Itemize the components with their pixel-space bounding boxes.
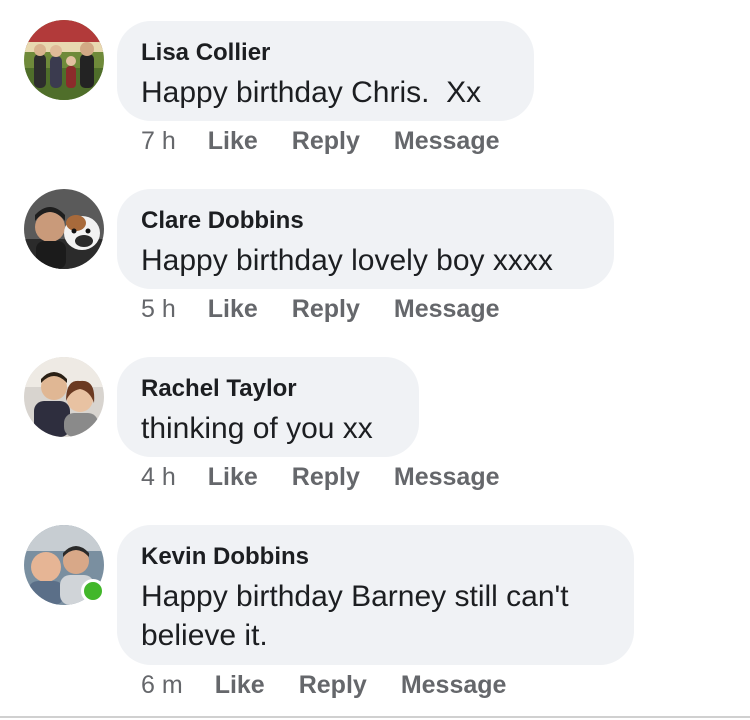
message-button[interactable]: Message — [394, 462, 500, 492]
comment-bubble: Clare Dobbins Happy birthday lovely boy … — [117, 189, 614, 289]
comment-actions: 5 h Like Reply Message — [141, 294, 534, 324]
divider — [0, 716, 750, 718]
comment-text: Happy birthday Barney still can't believ… — [141, 580, 569, 652]
comment-timestamp[interactable]: 4 h — [141, 462, 176, 492]
like-button[interactable]: Like — [215, 670, 265, 700]
comment-text: Happy birthday Chris. Xx — [141, 76, 482, 109]
reply-button[interactable]: Reply — [292, 294, 360, 324]
like-button[interactable]: Like — [208, 462, 258, 492]
like-button[interactable]: Like — [208, 294, 258, 324]
comment-timestamp[interactable]: 7 h — [141, 126, 176, 156]
comment-bubble: Lisa Collier Happy birthday Chris. Xx — [117, 21, 534, 121]
commenter-name[interactable]: Rachel Taylor — [141, 374, 395, 404]
comment-text: thinking of you xx — [141, 412, 373, 445]
commenter-name[interactable]: Lisa Collier — [141, 38, 510, 68]
comment-bubble: Rachel Taylor thinking of you xx — [117, 357, 419, 457]
avatar[interactable] — [24, 357, 104, 437]
message-button[interactable]: Message — [394, 294, 500, 324]
reply-button[interactable]: Reply — [292, 462, 360, 492]
commenter-name[interactable]: Kevin Dobbins — [141, 542, 610, 572]
comment-text: Happy birthday lovely boy xxxx — [141, 244, 553, 277]
avatar[interactable] — [24, 20, 104, 100]
commenter-name[interactable]: Clare Dobbins — [141, 206, 590, 236]
online-status-indicator — [81, 579, 105, 603]
comment-timestamp[interactable]: 5 h — [141, 294, 176, 324]
comment-timestamp[interactable]: 6 m — [141, 670, 183, 700]
message-button[interactable]: Message — [401, 670, 507, 700]
comment-actions: 7 h Like Reply Message — [141, 126, 534, 156]
message-button[interactable]: Message — [394, 126, 500, 156]
comment-actions: 6 m Like Reply Message — [141, 670, 540, 700]
reply-button[interactable]: Reply — [299, 670, 367, 700]
comment-bubble: Kevin Dobbins Happy birthday Barney stil… — [117, 525, 634, 665]
reply-button[interactable]: Reply — [292, 126, 360, 156]
comment-actions: 4 h Like Reply Message — [141, 462, 534, 492]
like-button[interactable]: Like — [208, 126, 258, 156]
avatar[interactable] — [24, 189, 104, 269]
